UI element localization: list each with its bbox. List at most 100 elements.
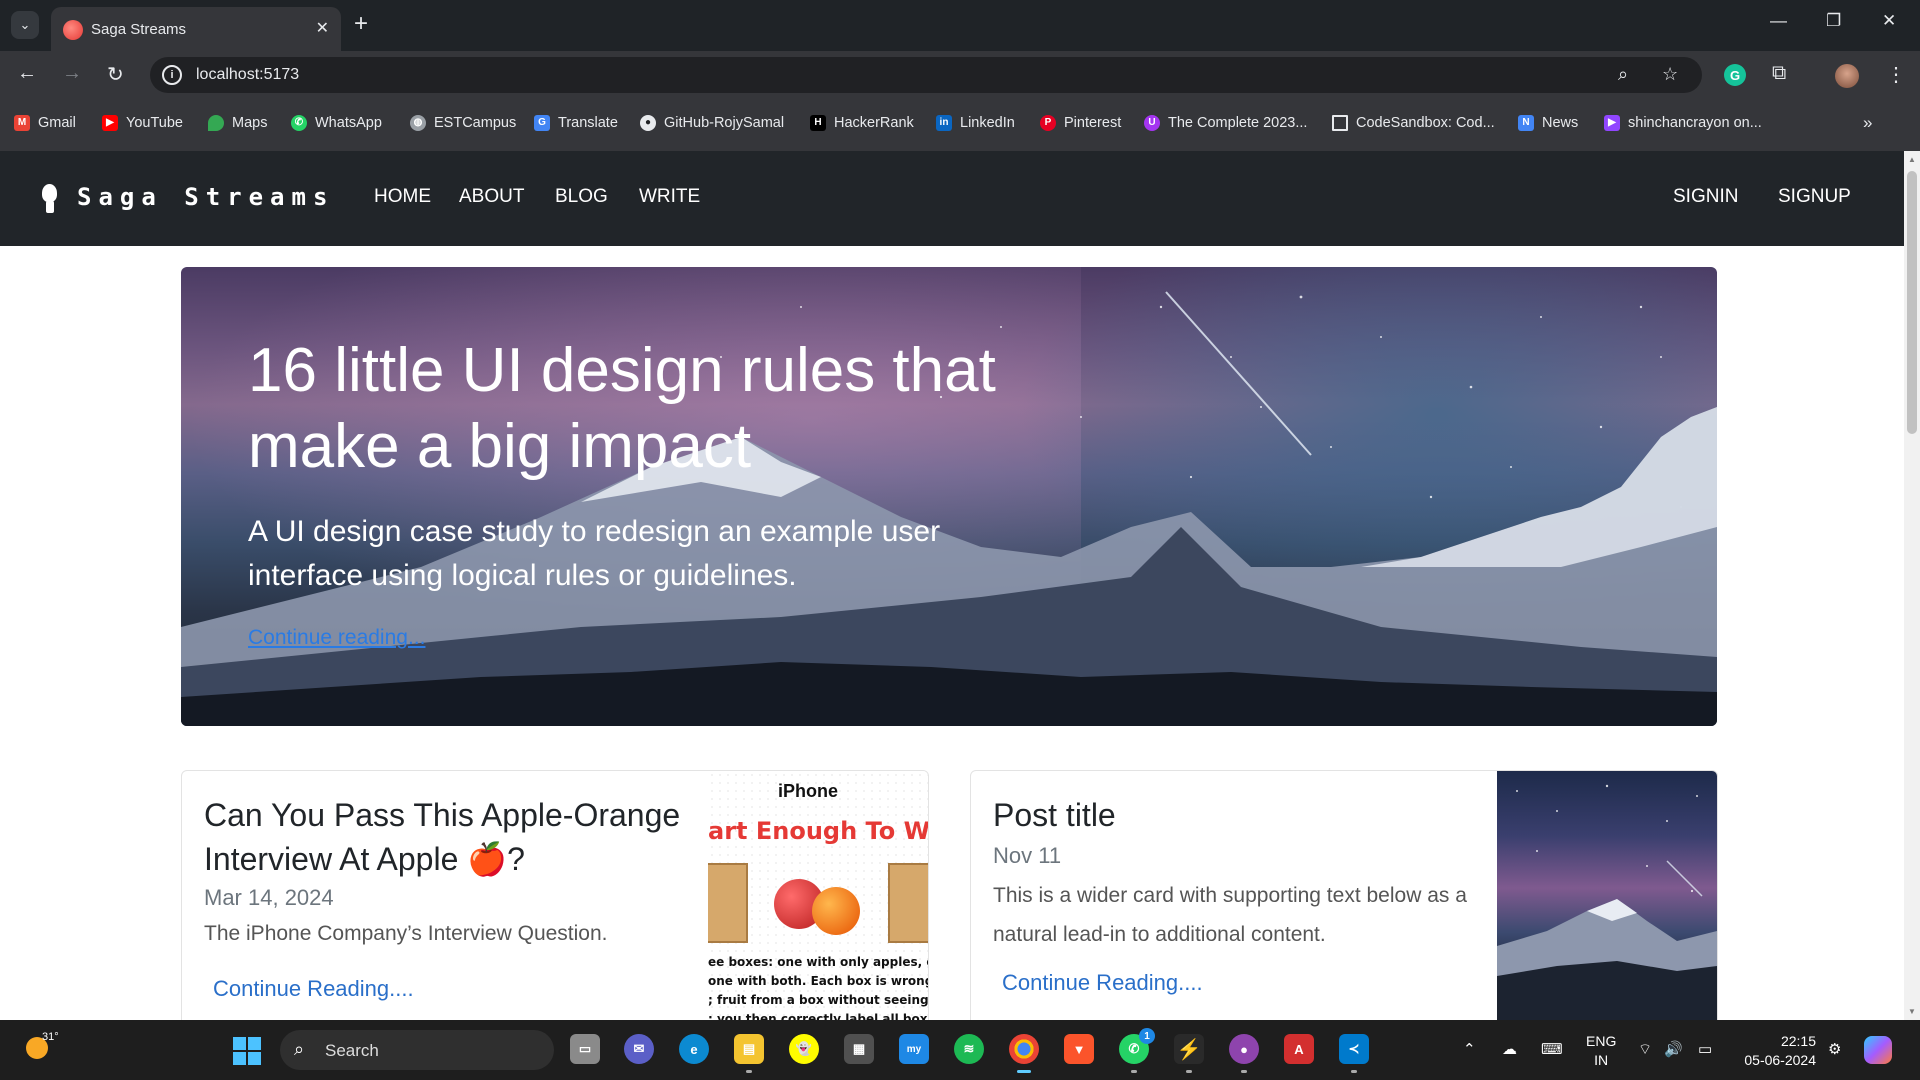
extensions-puzzle-icon[interactable]: ⧉: [1772, 62, 1786, 85]
nav-write[interactable]: WRITE: [639, 186, 700, 208]
reload-button[interactable]: ↻: [107, 62, 124, 87]
iphone-brand-text: iPhone: [778, 781, 839, 801]
profile-avatar[interactable]: [1835, 64, 1859, 88]
card-title: Post title: [993, 797, 1116, 833]
language-indicator[interactable]: ENG IN: [1586, 1032, 1616, 1070]
card-thumbnail: [1497, 771, 1717, 1020]
spotify-icon[interactable]: ≋: [954, 1034, 984, 1064]
bookmark-linkedin[interactable]: in LinkedIn: [936, 115, 1015, 131]
copilot-icon[interactable]: [1864, 1036, 1892, 1064]
edge-icon[interactable]: e: [679, 1034, 709, 1064]
teams-chat-icon[interactable]: ✉: [624, 1034, 654, 1064]
menu-kebab-icon[interactable]: ⋮: [1886, 62, 1906, 87]
bookmark-codesandbox[interactable]: CodeSandbox: Cod...: [1332, 115, 1495, 131]
pinterest-icon: P: [1040, 115, 1056, 131]
bookmark-whatsapp[interactable]: ✆ WhatsApp: [291, 115, 382, 131]
whatsapp-icon[interactable]: ✆ 1: [1119, 1028, 1155, 1073]
card-continue-reading-link[interactable]: Continue Reading....: [1002, 970, 1203, 996]
file-explorer-icon[interactable]: ▤: [734, 1034, 764, 1073]
vscode-icon[interactable]: ≺: [1339, 1034, 1369, 1073]
grammarly-extension-icon[interactable]: G: [1724, 64, 1746, 86]
bookmark-translate[interactable]: G Translate: [534, 115, 618, 131]
github-desktop-icon[interactable]: ●: [1229, 1034, 1259, 1073]
site-navbar: Saga Streams HOME ABOUT BLOG WRITE SIGNI…: [0, 151, 1904, 246]
tab-strip: ⌄ Saga Streams ✕ + — ❐ ✕: [0, 0, 1920, 51]
start-button[interactable]: [233, 1037, 261, 1065]
wifi-icon[interactable]: ⌔: [1638, 1040, 1652, 1059]
brave-icon[interactable]: ▼: [1064, 1034, 1094, 1064]
nav-signup[interactable]: SIGNUP: [1778, 186, 1851, 208]
bookmark-pinterest[interactable]: P Pinterest: [1040, 115, 1121, 131]
url-text[interactable]: localhost:5173: [196, 66, 299, 84]
sublime-icon[interactable]: ⚡: [1174, 1034, 1204, 1073]
hero-title: 16 little UI design rules that make a bi…: [248, 336, 996, 481]
bookmarks-overflow-icon[interactable]: »: [1863, 113, 1872, 133]
nav-signin[interactable]: SIGNIN: [1673, 186, 1738, 208]
tab-search-button[interactable]: ⌄: [11, 11, 39, 39]
browser-toolbar: ← → ↻ i localhost:5173 ⌕ ☆ G ⧉ ⋮: [0, 51, 1920, 99]
keyboard-icon[interactable]: ⌨: [1541, 1040, 1563, 1058]
bookmark-star-icon[interactable]: ☆: [1662, 64, 1678, 85]
scroll-up-icon[interactable]: ▲: [1908, 155, 1916, 164]
tab-close-icon[interactable]: ✕: [316, 18, 329, 38]
chrome-icon[interactable]: [1009, 1034, 1039, 1073]
volume-icon[interactable]: 🔊: [1664, 1040, 1683, 1058]
new-tab-button[interactable]: +: [354, 11, 368, 37]
bookmark-news[interactable]: N News: [1518, 115, 1578, 131]
site-info-icon[interactable]: i: [162, 65, 182, 85]
github-icon: ●: [640, 115, 656, 131]
card-thumbnail: iPhone art Enough To Wor ee boxes: one w…: [708, 771, 928, 1020]
onedrive-icon[interactable]: ☁: [1502, 1040, 1517, 1058]
weather-widget[interactable]: 31°: [22, 1031, 59, 1063]
task-view-icon[interactable]: ▭: [570, 1034, 600, 1064]
bookmark-maps[interactable]: Maps: [208, 115, 267, 131]
nav-home[interactable]: HOME: [374, 186, 431, 208]
cardboard-box-icon: [708, 863, 748, 943]
settings-gear-icon[interactable]: ⚙: [1828, 1040, 1841, 1058]
globe-icon: ◍: [410, 115, 426, 131]
zoom-icon[interactable]: ⌕: [1618, 64, 1628, 85]
brand-logo-icon[interactable]: [41, 184, 57, 214]
nav-blog[interactable]: BLOG: [555, 186, 608, 208]
card-continue-reading-link[interactable]: Continue Reading....: [213, 976, 414, 1002]
address-bar[interactable]: i localhost:5173 ⌕ ☆: [150, 57, 1702, 93]
snapchat-icon[interactable]: 👻: [789, 1034, 819, 1064]
card-title: Can You Pass This Apple-Orange Interview…: [204, 797, 681, 877]
bookmark-youtube[interactable]: ▶ YouTube: [102, 115, 183, 131]
tab-title: Saga Streams: [91, 21, 187, 38]
brand-name[interactable]: Saga Streams: [77, 183, 334, 211]
mysql-workbench-icon[interactable]: my: [899, 1034, 929, 1064]
bookmark-gmail[interactable]: M Gmail: [14, 115, 76, 131]
microsoft-store-icon[interactable]: ▦: [844, 1034, 874, 1064]
thumbnail-fine-print: ee boxes: one with only apples, c one wi…: [708, 955, 928, 1020]
nav-about[interactable]: ABOUT: [459, 186, 524, 208]
card-date: Nov 11: [993, 843, 1062, 868]
scroll-down-icon[interactable]: ▼: [1908, 1007, 1916, 1016]
bookmark-hackerrank[interactable]: H HackerRank: [810, 115, 914, 131]
page-scrollbar[interactable]: ▲ ▼: [1904, 151, 1920, 1020]
bookmark-github[interactable]: ● GitHub-RojySamal: [640, 115, 784, 131]
hero-continue-reading-link[interactable]: Continue reading...: [248, 626, 425, 650]
post-card: Post title Nov 11 This is a wider card w…: [970, 770, 1718, 1020]
tray-overflow-icon[interactable]: ⌃: [1463, 1040, 1476, 1058]
system-clock[interactable]: 22:15 05-06-2024: [1738, 1032, 1816, 1070]
bookmark-twitch[interactable]: ▶ shinchancrayon on...: [1604, 115, 1762, 131]
hero-banner: 16 little UI design rules that make a bi…: [181, 267, 1717, 726]
taskbar-search[interactable]: ⌕ Search: [280, 1030, 554, 1070]
bookmark-udemy[interactable]: U The Complete 2023...: [1144, 115, 1307, 131]
restore-button[interactable]: ❐: [1826, 11, 1841, 31]
news-icon: N: [1518, 115, 1534, 131]
card-text: The iPhone Company’s Interview Question.: [204, 922, 608, 945]
hackerrank-icon: H: [810, 115, 826, 131]
bookmark-estcampus[interactable]: ◍ ESTCampus: [410, 115, 516, 131]
minimize-button[interactable]: —: [1770, 11, 1787, 31]
scrollbar-thumb[interactable]: [1907, 171, 1917, 434]
close-window-button[interactable]: ✕: [1882, 11, 1896, 31]
active-tab[interactable]: Saga Streams ✕: [51, 7, 341, 51]
back-button[interactable]: ←: [17, 62, 37, 85]
battery-icon[interactable]: ▭: [1698, 1040, 1712, 1058]
page-viewport: Saga Streams HOME ABOUT BLOG WRITE SIGNI…: [0, 151, 1904, 1020]
acrobat-icon[interactable]: A: [1284, 1034, 1314, 1064]
forward-button[interactable]: →: [62, 62, 82, 85]
youtube-icon: ▶: [102, 115, 118, 131]
